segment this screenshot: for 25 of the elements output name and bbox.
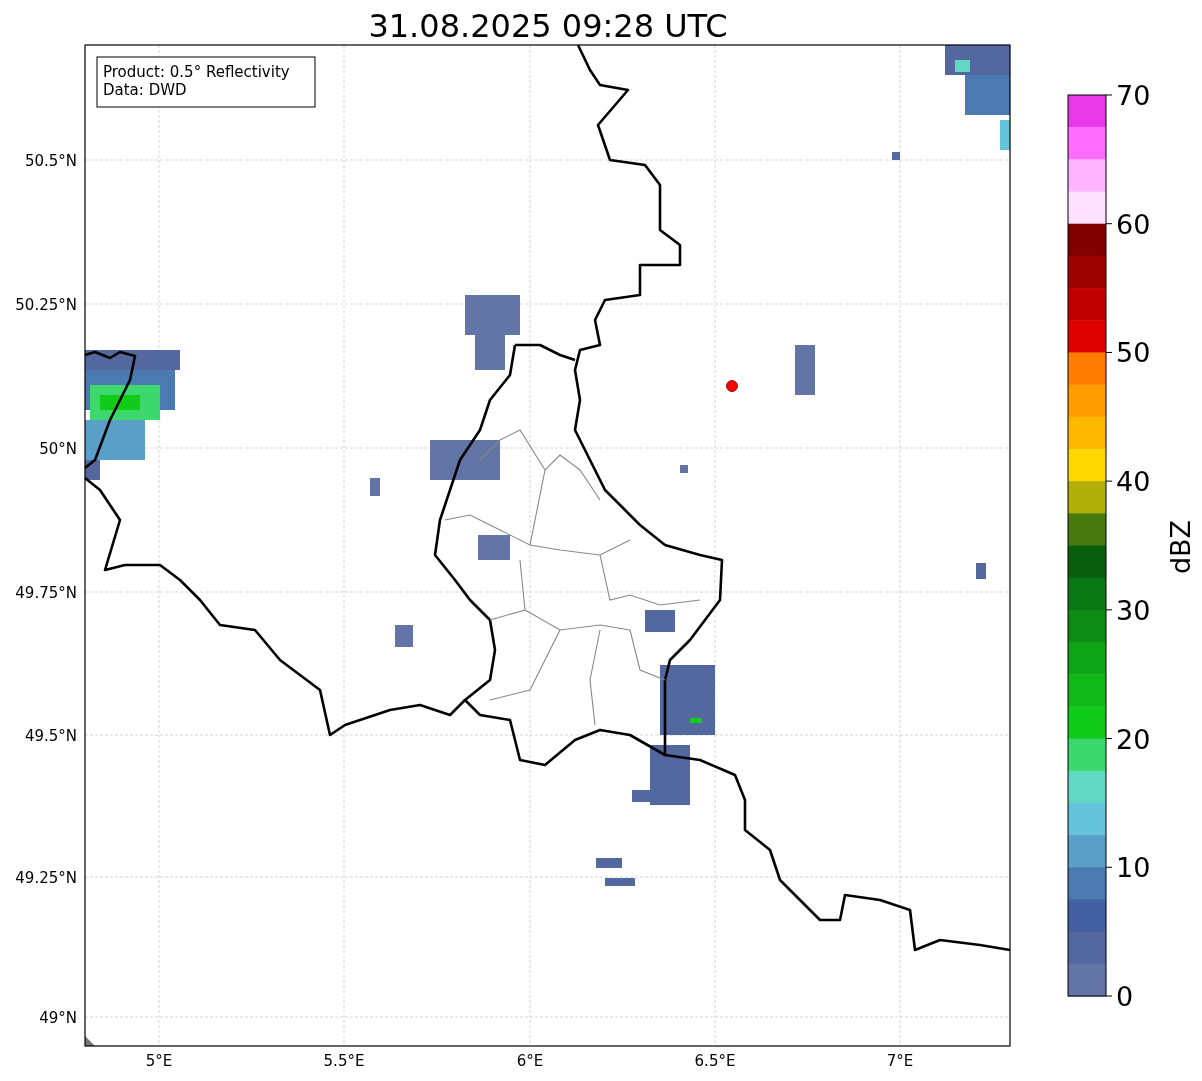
latitude-label: 50.5°N [24,152,77,170]
longitude-label: 6.5°E [694,1052,736,1070]
location-marker [726,380,738,392]
colorbar-label: dBZ [1165,519,1196,575]
info-text: Data: DWD [103,81,187,99]
latitude-label: 49°N [39,1009,77,1027]
longitude-label: 6°E [516,1052,544,1070]
latitude-label: 49.5°N [24,727,77,745]
colorbar-tick-label: 50 [1116,337,1151,369]
longitude-label: 5.5°E [323,1052,365,1070]
info-text: Product: 0.5° Reflectivity [103,63,290,81]
colorbar-tick-label: 30 [1116,594,1151,626]
longitude-label: 7°E [886,1052,914,1070]
longitude-label: 5°E [145,1052,173,1070]
latitude-label: 50.25°N [15,296,77,314]
colorbar-tick-label: 60 [1116,208,1151,240]
colorbar-tick-label: 20 [1116,723,1151,755]
latitude-label: 49.75°N [15,584,77,602]
colorbar-tick-label: 40 [1116,466,1151,498]
colorbar-tick-label: 10 [1116,852,1151,884]
map-title: 31.08.2025 09:28 UTC [368,7,728,45]
colorbar-tick-label: 0 [1116,981,1134,1012]
latitude-label: 49.25°N [15,869,77,887]
latitude-label: 50°N [39,440,77,458]
colorbar-tick-label: 70 [1116,80,1151,111]
